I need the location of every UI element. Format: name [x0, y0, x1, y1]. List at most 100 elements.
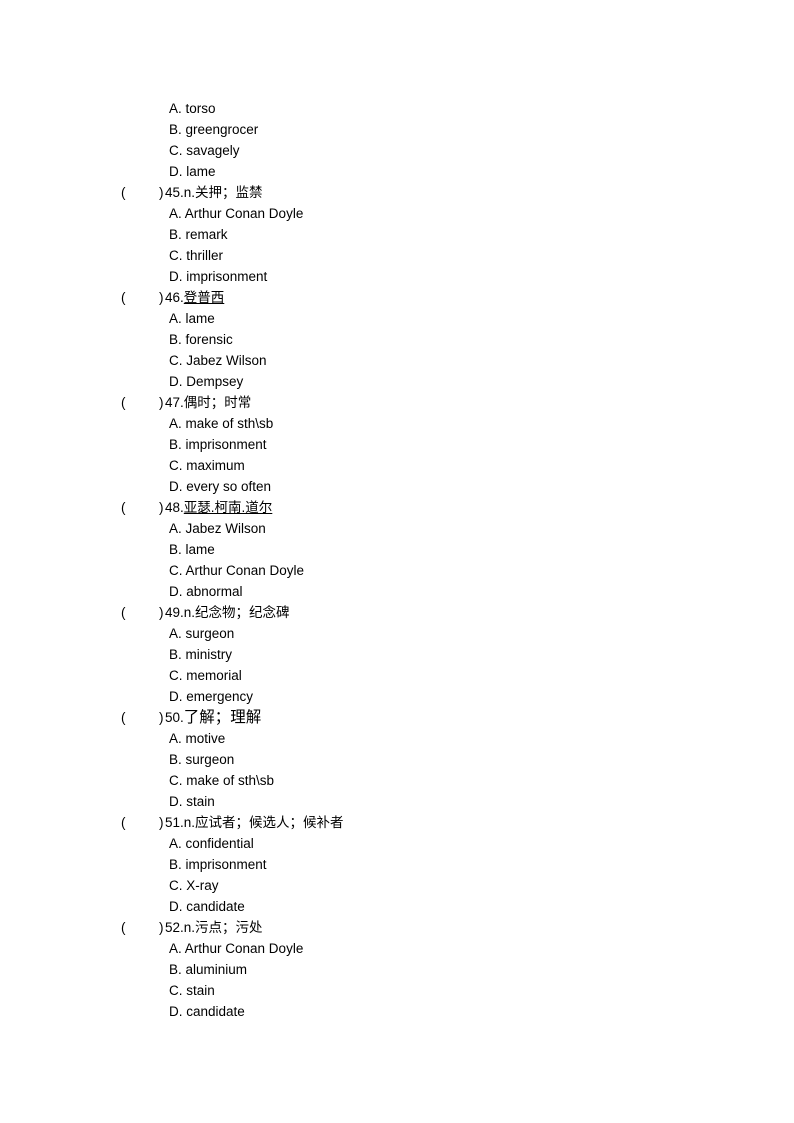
question-51-prompt: 应试者；候选人；候补者	[195, 815, 344, 830]
question-46-prompt: 登普西	[183, 290, 225, 305]
question-52-answer-blank-open: (	[121, 920, 126, 935]
option-line[interactable]: B. imprisonment	[0, 854, 794, 875]
option-line[interactable]: D. stain	[0, 791, 794, 812]
option-line[interactable]: C. Arthur Conan Doyle	[0, 560, 794, 581]
question-47-answer-blank-open: (	[121, 395, 126, 410]
question-50-answer-blank-close: )	[159, 710, 164, 725]
question-49-number: 49.	[165, 605, 184, 620]
option-line[interactable]: D. imprisonment	[0, 266, 794, 287]
question-49-stem: () 49.n.纪念物；纪念碑	[0, 602, 794, 623]
question-48-number: 48.	[165, 500, 184, 515]
question-52-option-1: B. aluminium	[169, 962, 248, 977]
question-50-number: 50.	[165, 710, 184, 725]
question-45-option-0: A. Arthur Conan Doyle	[169, 206, 304, 221]
option-line[interactable]: B. forensic	[0, 329, 794, 350]
option-line[interactable]: D. candidate	[0, 1001, 794, 1022]
option-line[interactable]: B. remark	[0, 224, 794, 245]
option-line[interactable]: B. ministry	[0, 644, 794, 665]
option-line[interactable]: B. surgeon	[0, 749, 794, 770]
option-line[interactable]: C. X-ray	[0, 875, 794, 896]
option-line[interactable]: C. maximum	[0, 455, 794, 476]
question-48-option-2: C. Arthur Conan Doyle	[169, 563, 305, 578]
option-line[interactable]: A. make of sth\sb	[0, 413, 794, 434]
question-50-stem-text: 50.了解；理解	[165, 707, 261, 728]
option-line[interactable]: D. every so often	[0, 476, 794, 497]
question-45-prompt: 关押；监禁	[195, 185, 263, 200]
option-line[interactable]: D. emergency	[0, 686, 794, 707]
question-48-option-0: A. Jabez Wilson	[169, 521, 266, 536]
option-line[interactable]: C. stain	[0, 980, 794, 1001]
option-line[interactable]: A. motive	[0, 728, 794, 749]
option-line[interactable]: A. Jabez Wilson	[0, 518, 794, 539]
question-50-stem: () 50.了解；理解	[0, 707, 794, 728]
question-45-option-2: C. thriller	[169, 248, 224, 263]
carryover-option-2: C. savagely	[169, 143, 240, 158]
option-line[interactable]: A. confidential	[0, 833, 794, 854]
question-51-stem: () 51.n.应试者；候选人；候补者	[0, 812, 794, 833]
question-51-option-0: A. confidential	[169, 836, 254, 851]
option-line[interactable]: B. lame	[0, 539, 794, 560]
question-48-stem-text: 48.亚瑟.柯南.道尔	[165, 497, 272, 518]
option-line[interactable]: B. greengrocer	[0, 119, 794, 140]
question-46-number: 46.	[165, 290, 184, 305]
option-line[interactable]: C. thriller	[0, 245, 794, 266]
question-47-prompt: 偶时；时常	[183, 395, 252, 410]
option-line[interactable]: C. Jabez Wilson	[0, 350, 794, 371]
option-line[interactable]: B. aluminium	[0, 959, 794, 980]
worksheet-page: A. torso B. greengrocer C. savagely D. lame…	[0, 0, 794, 1123]
question-48-answer-blank-close: )	[159, 500, 164, 515]
option-line[interactable]: C. memorial	[0, 665, 794, 686]
worksheet-content: A. torso B. greengrocer C. savagely D. lame…	[0, 98, 794, 1022]
question-46-stem-text: 46.登普西	[165, 287, 224, 308]
question-51-option-2: C. X-ray	[169, 878, 219, 893]
question-51-option-3: D. candidate	[169, 899, 245, 914]
option-line[interactable]: A. surgeon	[0, 623, 794, 644]
question-46-option-0: A. lame	[169, 311, 215, 326]
question-51-part-of-speech: n.	[183, 815, 196, 830]
question-47-answer-blank-close: )	[159, 395, 164, 410]
option-line[interactable]: D. abnormal	[0, 581, 794, 602]
question-46-option-3: D. Dempsey	[169, 374, 244, 389]
question-52-option-3: D. candidate	[169, 1004, 245, 1019]
option-line[interactable]: C. make of sth\sb	[0, 770, 794, 791]
question-45-stem-text: 45.n.关押；监禁	[165, 182, 263, 203]
question-47-option-3: D. every so often	[169, 479, 272, 494]
question-47-option-1: B. imprisonment	[169, 437, 267, 452]
option-line[interactable]: A. torso	[0, 98, 794, 119]
question-47-stem-text: 47.偶时；时常	[165, 392, 251, 413]
option-line[interactable]: D. lame	[0, 161, 794, 182]
question-50-option-0: A. motive	[169, 731, 226, 746]
question-45-answer-blank-open: (	[121, 185, 126, 200]
carryover-option-3: D. lame	[169, 164, 216, 179]
question-51-number: 51.	[165, 815, 184, 830]
option-line[interactable]: B. imprisonment	[0, 434, 794, 455]
question-49-option-3: D. emergency	[169, 689, 254, 704]
question-47-stem: () 47.偶时；时常	[0, 392, 794, 413]
option-line[interactable]: D. Dempsey	[0, 371, 794, 392]
question-48-option-1: B. lame	[169, 542, 215, 557]
question-49-option-1: B. ministry	[169, 647, 233, 662]
question-47-number: 47.	[165, 395, 184, 410]
question-52-option-0: A. Arthur Conan Doyle	[169, 941, 304, 956]
question-45-stem: () 45.n.关押；监禁	[0, 182, 794, 203]
question-48-prompt: 亚瑟.柯南.道尔	[183, 500, 273, 515]
option-line[interactable]: A. Arthur Conan Doyle	[0, 203, 794, 224]
question-50-option-2: C. make of sth\sb	[169, 773, 275, 788]
question-51-answer-blank-open: (	[121, 815, 126, 830]
carryover-option-1: B. greengrocer	[169, 122, 259, 137]
question-46-option-2: C. Jabez Wilson	[169, 353, 267, 368]
question-51-answer-blank-close: )	[159, 815, 164, 830]
option-line[interactable]: A. lame	[0, 308, 794, 329]
question-45-number: 45.	[165, 185, 184, 200]
question-50-prompt: 了解；理解	[183, 709, 262, 726]
question-52-part-of-speech: n.	[183, 920, 196, 935]
option-line[interactable]: D. candidate	[0, 896, 794, 917]
option-line[interactable]: A. Arthur Conan Doyle	[0, 938, 794, 959]
question-52-stem: () 52.n.污点；污处	[0, 917, 794, 938]
question-46-answer-blank-open: (	[121, 290, 126, 305]
question-52-option-2: C. stain	[169, 983, 215, 998]
question-49-option-2: C. memorial	[169, 668, 242, 683]
question-48-answer-blank-open: (	[121, 500, 126, 515]
option-line[interactable]: C. savagely	[0, 140, 794, 161]
question-50-option-3: D. stain	[169, 794, 215, 809]
